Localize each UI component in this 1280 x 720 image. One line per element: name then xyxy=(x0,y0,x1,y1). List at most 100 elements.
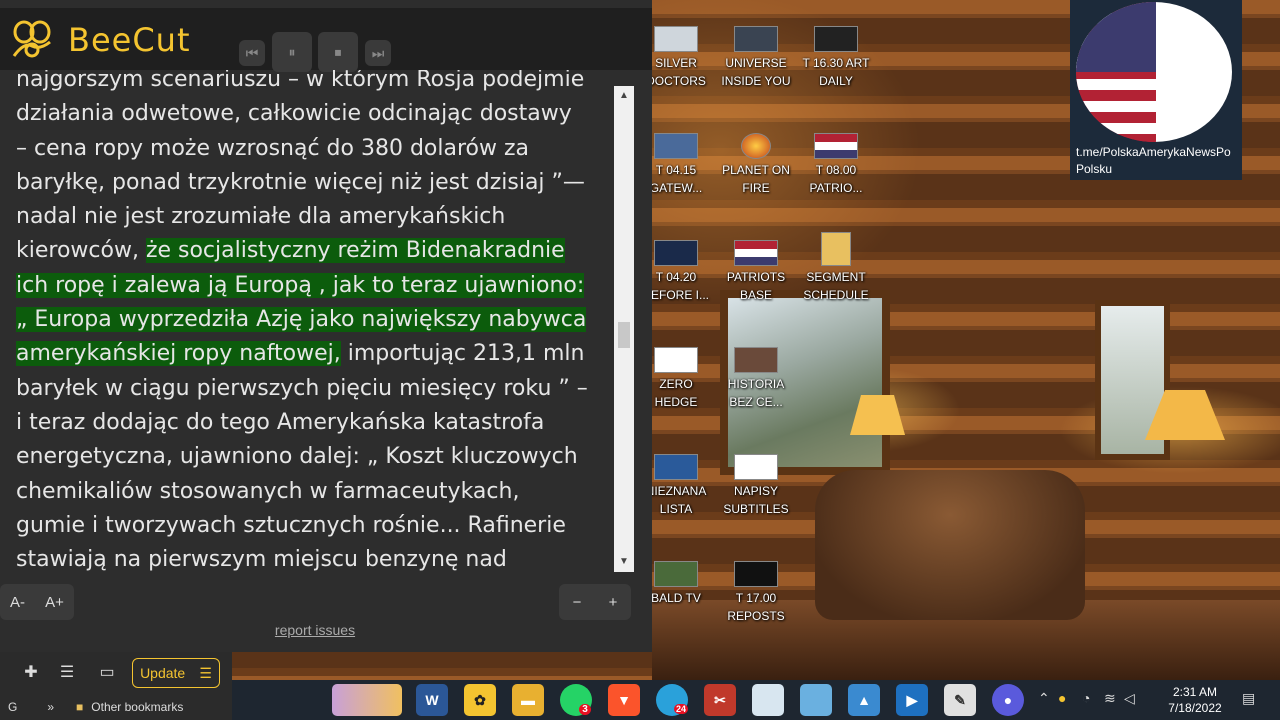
app-name: BeeCut xyxy=(68,21,191,59)
shortcut-icon xyxy=(654,133,698,159)
beecut-reader-panel: BeeCut ⏮ ⏸ ⏹ ⏭ najgorszym scenariuszu – … xyxy=(0,0,652,652)
text-line: stawiają na pierwszym miejscu benzynę na… xyxy=(16,547,507,572)
file-explorer-icon[interactable]: ▬ xyxy=(512,684,544,716)
playlist-icon[interactable]: ☰ xyxy=(52,660,82,686)
speed-decrease-button[interactable]: − xyxy=(573,594,582,611)
update-button[interactable]: Update ☰ xyxy=(132,658,220,688)
text-line: – cena ropy może wzrosnąć do 380 dolarów… xyxy=(16,135,530,161)
shortcut-icon xyxy=(734,561,778,587)
desktop-icon-universe-inside-you[interactable]: UNIVERSE INSIDE YOU xyxy=(717,26,795,90)
text-line: „ Europa wyprzedziła Azję jako największ… xyxy=(16,303,598,337)
windows-taskbar: W ✿ ▬ 3 ▼ 24 ✂ ▲ ▶ ✎ ● ⌃ ● ◔ ≋ ◁ 2:31 AM… xyxy=(232,680,1280,720)
desktop-icon-reposts[interactable]: T 17.00 REPOSTS xyxy=(717,561,795,625)
shortcut-icon xyxy=(734,26,778,52)
network-icon[interactable]: ◔ xyxy=(1082,690,1090,706)
whatsapp-icon[interactable]: 3 xyxy=(560,684,592,716)
text-line: gumie i tworzywach sztucznych rośnie... … xyxy=(16,512,566,538)
report-issues-link[interactable]: report issues xyxy=(0,622,630,638)
font-increase-button[interactable]: A+ xyxy=(45,594,64,611)
text-line: energetyczna, ujawniono dalej: „ Koszt k… xyxy=(16,444,578,470)
font-size-control: A- A+ xyxy=(0,584,74,620)
media-player-icon[interactable]: ● xyxy=(992,684,1024,716)
leather-couch xyxy=(815,470,1085,620)
desktop-icon-art-daily[interactable]: T 16.30 ART DAILY xyxy=(797,26,875,90)
shortcut-icon xyxy=(814,133,858,159)
text-line: amerykańskiej ropy naftowej, importując … xyxy=(16,341,585,367)
fire-planet-icon xyxy=(741,133,771,159)
paint-icon[interactable]: ✎ xyxy=(944,684,976,716)
bee-icon xyxy=(12,20,51,58)
shortcut-icon xyxy=(734,240,778,266)
desktop-icon-napisy[interactable]: NAPISY SUBTITLES xyxy=(717,454,795,518)
speed-control: − + xyxy=(559,584,631,620)
bookmark-g[interactable]: G xyxy=(8,700,17,714)
other-bookmarks-button[interactable]: Other bookmarks xyxy=(91,700,183,714)
extensions-icon[interactable]: ✚ xyxy=(16,660,46,686)
word-icon[interactable]: W xyxy=(416,684,448,716)
text-line: nadal nie jest zrozumiałe dla amerykańsk… xyxy=(16,204,506,230)
system-clock[interactable]: 2:31 AM 7/18/2022 xyxy=(1160,684,1230,716)
shortcut-icon xyxy=(654,561,698,587)
photos-icon[interactable]: ▲ xyxy=(848,684,880,716)
video-editor-icon[interactable]: ▶ xyxy=(896,684,928,716)
shortcut-icon xyxy=(734,347,778,373)
scroll-up-icon[interactable]: ▲ xyxy=(614,88,634,104)
desktop-icon-historia[interactable]: HISTORIA BEZ CE... xyxy=(717,347,795,411)
reader-footer: A- A+ − + report issues xyxy=(0,580,652,652)
shortcut-icon xyxy=(734,454,778,480)
text-line: baryłkę, ponad trzykrotnie więcej niż je… xyxy=(16,169,585,195)
wallet-icon[interactable]: ▭ xyxy=(92,660,122,686)
bookmarks-bar: G » ■ Other bookmarks xyxy=(0,694,232,720)
speed-increase-button[interactable]: + xyxy=(609,594,618,611)
previous-icon: ⏮ xyxy=(245,44,259,61)
font-decrease-button[interactable]: A- xyxy=(10,594,25,611)
folder-icon: ■ xyxy=(76,700,84,714)
previous-button[interactable]: ⏮ xyxy=(239,40,265,66)
scrollbar-thumb[interactable] xyxy=(618,322,630,348)
stack-icon[interactable] xyxy=(800,684,832,716)
shortcut-icon xyxy=(654,347,698,373)
astronaut-app-icon[interactable] xyxy=(332,684,402,716)
next-button[interactable]: ⏭ xyxy=(365,40,391,66)
stop-button[interactable]: ⏹ xyxy=(318,32,358,72)
text-line: działania odwetowe, całkowicie odcinając… xyxy=(16,101,572,127)
folder-icon xyxy=(821,232,851,266)
notification-app-icon[interactable]: ● xyxy=(1058,690,1066,706)
us-pl-flag-icon xyxy=(1076,2,1232,142)
text-line: najgorszym scenariuszu – w którym Rosja … xyxy=(16,70,585,92)
beecut-taskbar-icon[interactable]: ✿ xyxy=(464,684,496,716)
action-center-icon[interactable]: ▤ xyxy=(1242,690,1255,707)
wifi-icon[interactable]: ≋ xyxy=(1104,690,1116,707)
browser-toolbar-fragment: ✚ ☰ ▭ Update ☰ G » ■ Other bookmarks xyxy=(0,652,232,720)
text-line: baryłek w ciągu pierwszych pięciu miesię… xyxy=(16,375,588,401)
desktop-icon-patriots-base[interactable]: PATRIOTS BASE xyxy=(717,240,795,304)
highlighted-text: „ Europa wyprzedziła Azję jako największ… xyxy=(16,307,587,333)
channel-url: t.me/PolskaAmerykaNewsPo Polsku xyxy=(1076,145,1231,176)
shortcut-icon xyxy=(654,26,698,52)
reader-scrollbar[interactable]: ▲ ▼ xyxy=(614,86,634,572)
stop-icon: ⏹ xyxy=(334,43,342,60)
text-line: ich ropę i zalewa ją Europą , jak to ter… xyxy=(16,269,598,303)
brave-browser-icon[interactable]: ▼ xyxy=(608,684,640,716)
pause-icon: ⏸ xyxy=(288,43,296,60)
telegram-icon[interactable]: 24 xyxy=(656,684,689,716)
desktop-icon-planet-on-fire[interactable]: PLANET ON FIRE xyxy=(717,133,795,197)
bookmarks-overflow-button[interactable]: » xyxy=(47,700,54,714)
highlighted-text: że socjalistyczny reżim Bidenakradnie xyxy=(145,238,565,264)
notepad-icon[interactable] xyxy=(752,684,784,716)
menu-icon: ☰ xyxy=(199,664,212,681)
shortcut-icon xyxy=(814,26,858,52)
volume-icon[interactable]: ◁ xyxy=(1124,690,1135,707)
text-line: chemikaliów stosowanych w farmaceutykach… xyxy=(16,478,520,504)
tray-overflow-icon[interactable]: ⌃ xyxy=(1038,690,1050,707)
reader-text-area[interactable]: najgorszym scenariuszu – w którym Rosja … xyxy=(0,70,614,572)
shortcut-icon xyxy=(654,454,698,480)
text-line: i teraz dodając do tego Amerykańska kata… xyxy=(16,409,545,435)
pause-button[interactable]: ⏸ xyxy=(272,32,312,72)
scissors-icon[interactable]: ✂ xyxy=(704,684,736,716)
beecut-logo: BeeCut xyxy=(10,20,191,60)
desktop-icon-segment-schedule[interactable]: SEGMENT SCHEDULE xyxy=(797,232,875,304)
scroll-down-icon[interactable]: ▼ xyxy=(614,554,634,570)
desktop-icon-patrio[interactable]: T 08.00 PATRIO... xyxy=(797,133,875,197)
shortcut-icon xyxy=(654,240,698,266)
